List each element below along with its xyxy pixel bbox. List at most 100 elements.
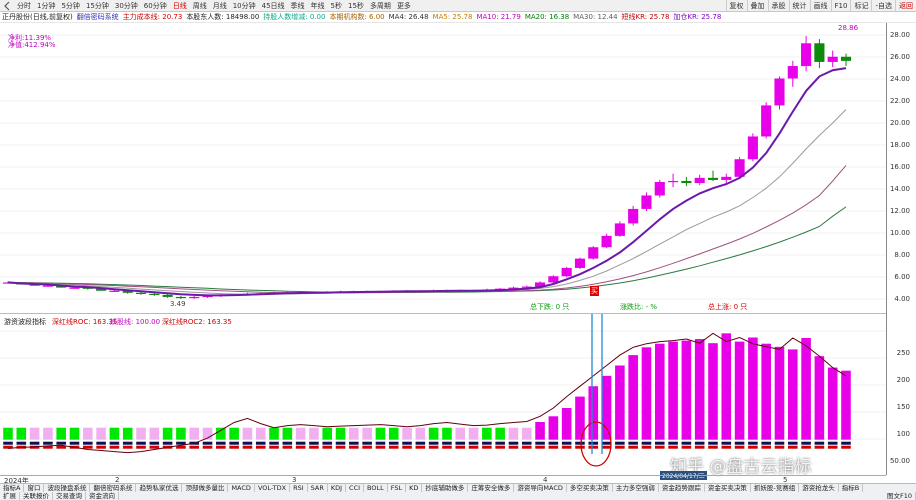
period-tab[interactable]: 周线 [190, 0, 210, 12]
period-tab[interactable]: 更多 [394, 0, 414, 12]
hold-button[interactable]: 承股 [767, 0, 789, 12]
indicator-tab[interactable]: BOLL [364, 484, 388, 492]
indicator-title[interactable]: 游资波段指标 [4, 317, 46, 327]
indicator-tab[interactable]: 资金买卖决策 [705, 484, 751, 492]
indicator-tab[interactable]: 指标B [839, 484, 864, 492]
indicator-tab[interactable]: 主力多空强弱 [613, 484, 659, 492]
roc-bar-base [69, 441, 80, 445]
roc-bar [388, 427, 399, 440]
candle-body [787, 66, 798, 79]
indicator-tab[interactable]: 趋势私家优选 [136, 484, 183, 492]
period-tab[interactable]: 5分钟 [58, 0, 82, 12]
roc-bar-base [122, 445, 133, 449]
roc-bar-base [3, 441, 13, 445]
roc-bar [255, 427, 266, 440]
roc-bar-base [402, 441, 412, 445]
candle-body [69, 287, 80, 289]
roc-bar-base [748, 445, 758, 449]
period-tab[interactable]: 45日线 [259, 0, 288, 12]
indicator-tab[interactable]: 资金趋势跟踪 [659, 484, 705, 492]
indicator-tab[interactable]: 波段操盘系统 [44, 484, 91, 492]
roc-bar [415, 427, 426, 440]
indicator-tab[interactable]: 多空买卖决策 [567, 484, 613, 492]
extension-tab[interactable]: 扩展 [0, 492, 20, 500]
period-tab[interactable]: 30分钟 [112, 0, 141, 12]
period-tab[interactable]: 年线 [308, 0, 328, 12]
roc-bar [601, 375, 612, 440]
indicator-tab[interactable]: 抓妖股-竞赛组 [751, 484, 800, 492]
roc-bar-base [349, 441, 359, 445]
period-tab[interactable]: 1分钟 [34, 0, 58, 12]
roc-bar-base [349, 445, 359, 449]
indicator-tick-label: 200 [896, 376, 910, 384]
indicator-tab[interactable]: 指标A [0, 484, 25, 492]
indicator-tab[interactable]: KDJ [328, 484, 347, 492]
indicator-tab[interactable]: 庄筹安全做多 [468, 484, 515, 492]
indicator-tab[interactable]: KD [406, 484, 423, 492]
period-tab[interactable]: 60分钟 [141, 0, 170, 12]
roc-bar-base [588, 445, 599, 449]
indicator-tab[interactable]: 顶部做多量比 [182, 484, 229, 492]
roc-bar-base [827, 445, 838, 449]
fuquan-button[interactable]: 复权 [725, 0, 747, 12]
indicator-tab[interactable]: 抄底辅助做多 [422, 484, 469, 492]
indicator-tab[interactable]: 游资抢龙头 [799, 484, 839, 492]
f10-button[interactable]: F10 [830, 0, 851, 12]
candle-body [707, 177, 719, 180]
price-tick-label: 20.00 [889, 119, 910, 127]
roc-bar-base [681, 445, 692, 449]
indicator-chart[interactable] [0, 313, 916, 475]
extension-tab[interactable]: 交易查询 [53, 492, 86, 500]
indicator-tab[interactable]: FSL [388, 484, 407, 492]
roc-line-path [7, 332, 847, 454]
remove-watchlist-button[interactable]: -自选 [871, 0, 895, 12]
extension-tab[interactable]: 图文F10 [884, 492, 916, 500]
extension-tab[interactable]: 资金流向 [86, 492, 119, 500]
back-arrow-icon[interactable] [2, 1, 12, 11]
period-tab[interactable]: 多周期 [367, 0, 394, 12]
overlay-button[interactable]: 叠加 [746, 0, 768, 12]
indicator-tab[interactable]: VOL-TDX [255, 484, 291, 492]
candle-body [641, 195, 652, 209]
candle-body [668, 180, 679, 183]
period-tab[interactable]: 15分钟 [83, 0, 112, 12]
indicator-tick-label: 150 [896, 403, 910, 411]
ratio-label: 涨跌比: - % [620, 303, 657, 311]
roc-bar [588, 386, 599, 440]
candlestick-chart[interactable] [0, 23, 916, 313]
indicator-tab[interactable]: 窗口 [24, 484, 45, 492]
roc-bar [774, 346, 785, 440]
roc-bar-base [322, 445, 333, 449]
stats-button[interactable]: 统计 [788, 0, 810, 12]
roc-bar-base [56, 441, 66, 445]
indicator-tab[interactable]: CCI [346, 484, 365, 492]
return-button[interactable]: 返回 [895, 0, 916, 12]
indicator-tab[interactable]: SAR [308, 484, 328, 492]
roc-bar [668, 341, 678, 440]
period-tab[interactable]: 5秒 [328, 0, 345, 12]
period-tab[interactable]: 15秒 [345, 0, 367, 12]
indicator-tab[interactable]: RSI [290, 484, 308, 492]
indicator-tab[interactable]: 翻倍密码系统 [90, 484, 137, 492]
period-tab[interactable]: 月线 [210, 0, 230, 12]
indicator-tick-label: 50.00 [889, 457, 910, 465]
roc-bar-base [841, 441, 851, 445]
indicator-name[interactable]: 翻倍密码系统 [77, 12, 119, 22]
indicator-tab[interactable]: MACD [228, 484, 255, 492]
roc-bar-base [495, 441, 505, 445]
roc-bar-base [149, 441, 160, 445]
candle-body [628, 208, 639, 224]
period-tab[interactable]: 分时 [14, 0, 34, 12]
roc-bar [69, 427, 80, 440]
indicator-tab[interactable]: 游资导向MACD [514, 484, 567, 492]
roc-bar-base [442, 441, 452, 445]
extension-tab[interactable]: 关联报价 [20, 492, 53, 500]
period-tab-active[interactable]: 日线 [170, 0, 190, 12]
mark-button[interactable]: 标记 [850, 0, 871, 12]
roc-bar-base [668, 441, 678, 445]
price-tick-label: 24.00 [889, 75, 910, 83]
draw-button[interactable]: 画线 [809, 0, 831, 12]
period-tab[interactable]: 10分钟 [230, 0, 259, 12]
indicator-tick-label: 100 [896, 430, 910, 438]
period-tab[interactable]: 季线 [288, 0, 308, 12]
